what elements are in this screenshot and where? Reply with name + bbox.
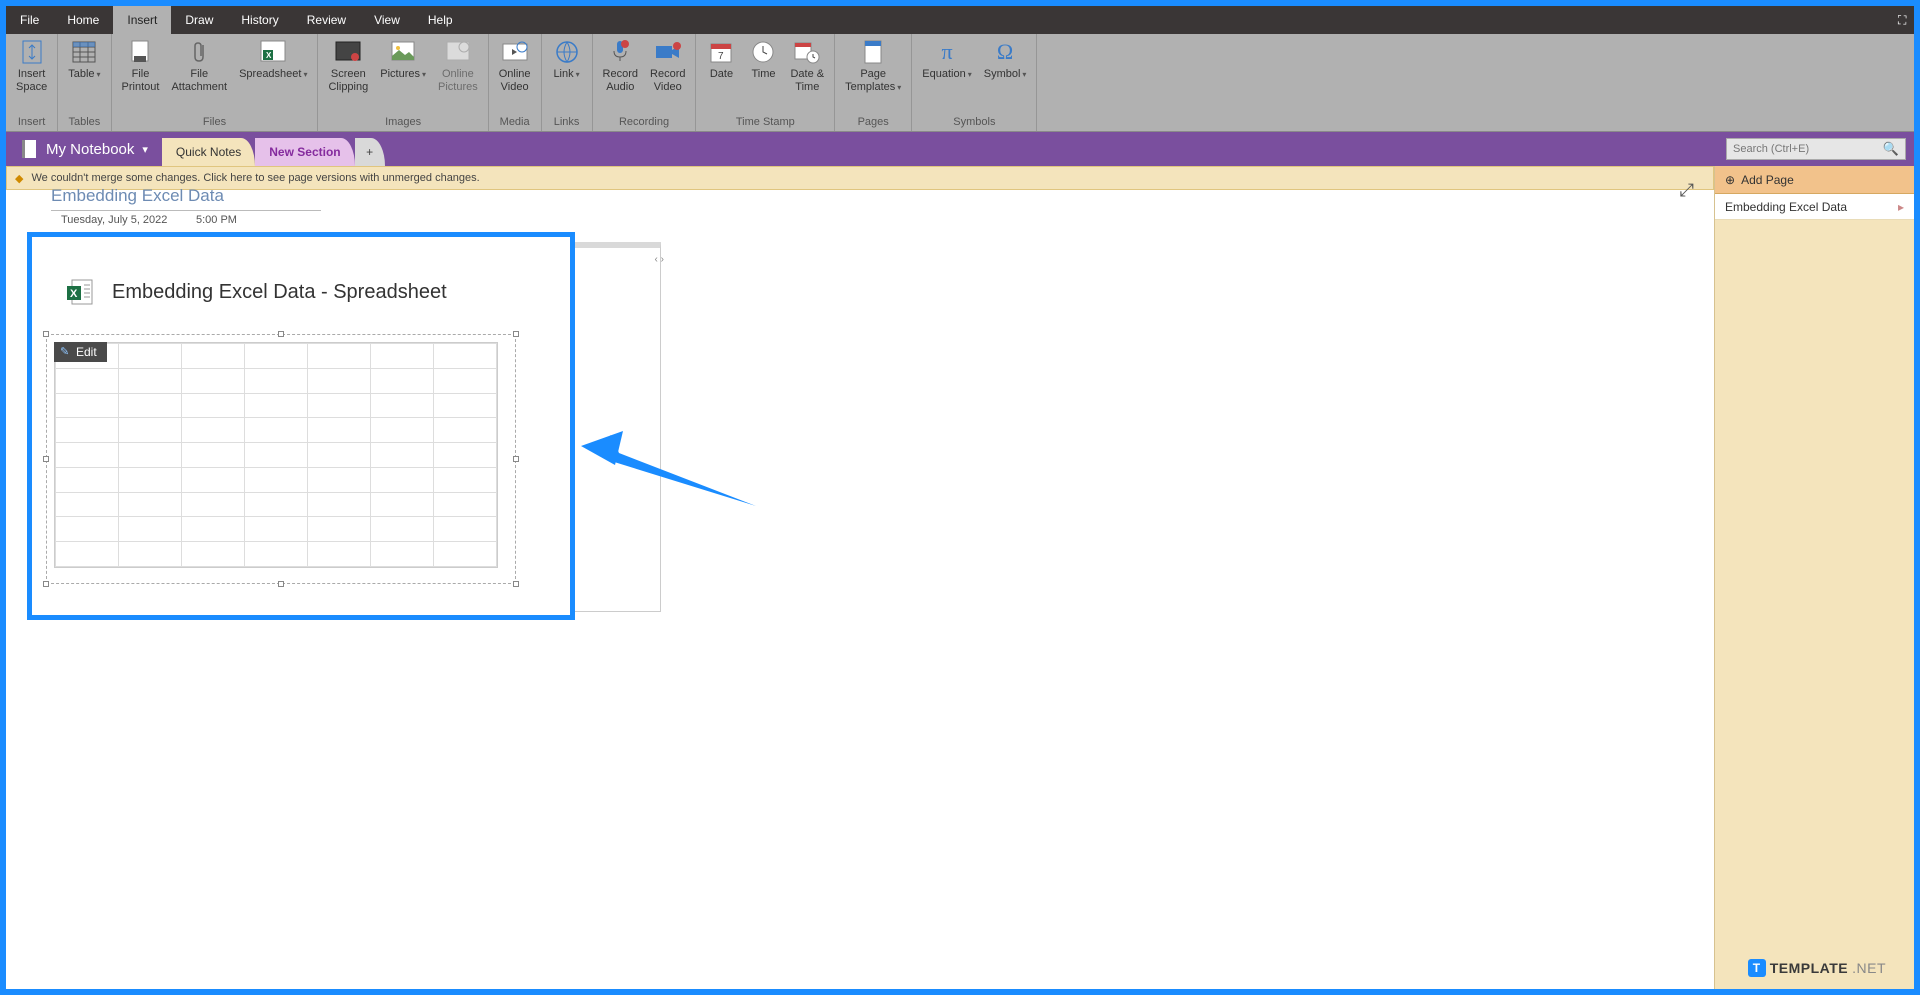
embedded-excel-header: X Embedding Excel Data - Spreadsheet <box>66 278 447 306</box>
screen-clipping-icon <box>334 38 362 66</box>
svg-text:X: X <box>266 51 272 60</box>
calendar-clock-icon <box>793 38 821 66</box>
datetime-button[interactable]: Date & Time <box>784 36 830 95</box>
ribbon-group-insert: Insert Space Insert <box>6 34 58 131</box>
file-printout-button[interactable]: File Printout <box>116 36 166 95</box>
clock-icon <box>749 38 777 66</box>
pi-icon: π <box>933 38 961 66</box>
warning-icon: ◆ <box>15 172 23 185</box>
ribbon-group-media: Online Video Media <box>489 34 542 131</box>
ribbon-group-symbols: π Equation▾ Ω Symbol▾ Symbols <box>912 34 1037 131</box>
tab-new-section[interactable]: New Section <box>255 138 354 166</box>
annotation-arrow <box>581 431 761 521</box>
menu-home[interactable]: Home <box>53 6 113 34</box>
ribbon-group-links: Link▾ Links <box>542 34 593 131</box>
screen-clipping-button[interactable]: Screen Clipping <box>322 36 374 95</box>
menu-file[interactable]: File <box>6 6 53 34</box>
link-icon <box>553 38 581 66</box>
embed-title: Embedding Excel Data - Spreadsheet <box>112 281 447 304</box>
page-time: 5:00 PM <box>196 214 237 226</box>
notebook-icon <box>20 139 38 159</box>
record-video-button[interactable]: Record Video <box>644 36 691 95</box>
page-list-item[interactable]: Embedding Excel Data ▸ <box>1715 194 1914 220</box>
template-logo-icon: T <box>1748 959 1766 977</box>
tab-quick-notes[interactable]: Quick Notes <box>162 138 255 166</box>
plus-circle-icon: ⊕ <box>1725 173 1735 187</box>
online-video-icon <box>501 38 529 66</box>
pictures-icon <box>389 38 417 66</box>
menu-help[interactable]: Help <box>414 6 467 34</box>
note-canvas[interactable]: ◆ We couldn't merge some changes. Click … <box>6 166 1714 989</box>
link-button[interactable]: Link▾ <box>546 36 588 83</box>
menu-bar: File Home Insert Draw History Review Vie… <box>6 6 1914 34</box>
watermark: T TEMPLATE.NET <box>1748 959 1886 977</box>
spreadsheet-button[interactable]: X Spreadsheet▾ <box>233 36 313 83</box>
ribbon-group-timestamp: 7 Date Time Date & Time Time Stamp <box>696 34 835 131</box>
online-pictures-button[interactable]: Online Pictures <box>432 36 484 95</box>
ribbon: Insert Space Insert Table▾ Tables File P… <box>6 34 1914 132</box>
add-page-button[interactable]: ⊕ Add Page <box>1715 166 1914 194</box>
insert-space-icon <box>18 38 46 66</box>
notebook-selector[interactable]: My Notebook ▾ <box>6 132 162 166</box>
omega-icon: Ω <box>991 38 1019 66</box>
paperclip-icon <box>185 38 213 66</box>
ribbon-group-tables: Table▾ Tables <box>58 34 111 131</box>
online-pictures-icon <box>444 38 472 66</box>
search-icon: 🔍 <box>1883 141 1899 157</box>
online-video-button[interactable]: Online Video <box>493 36 537 95</box>
app-window: File Home Insert Draw History Review Vie… <box>6 6 1914 989</box>
search-input[interactable]: Search (Ctrl+E) 🔍 <box>1726 138 1906 160</box>
edit-button[interactable]: Edit <box>54 342 107 362</box>
page-title[interactable]: Embedding Excel Data <box>51 186 321 211</box>
symbol-button[interactable]: Ω Symbol▾ <box>978 36 1033 83</box>
ribbon-group-images: Screen Clipping Pictures▾ Online Picture… <box>318 34 488 131</box>
content-area: ◆ We couldn't merge some changes. Click … <box>6 166 1914 989</box>
svg-text:X: X <box>70 288 78 300</box>
table-icon <box>70 38 98 66</box>
embedded-spreadsheet[interactable] <box>54 342 498 568</box>
ribbon-group-recording: Record Audio Record Video Recording <box>593 34 697 131</box>
chevron-down-icon: ▾ <box>142 143 148 156</box>
menu-view[interactable]: View <box>360 6 414 34</box>
time-button[interactable]: Time <box>742 36 784 83</box>
page-templates-icon <box>859 38 887 66</box>
sync-badge-icon: ▸ <box>1898 200 1904 214</box>
page-templates-button[interactable]: Page Templates▾ <box>839 36 907 95</box>
insert-space-button[interactable]: Insert Space <box>10 36 53 95</box>
page-date: Tuesday, July 5, 2022 <box>61 214 167 226</box>
calendar-icon: 7 <box>707 38 735 66</box>
notebook-bar: My Notebook ▾ Quick Notes New Section + … <box>6 132 1914 166</box>
video-camera-icon <box>654 38 682 66</box>
menu-draw[interactable]: Draw <box>171 6 227 34</box>
expand-icon[interactable]: ⤢ <box>1680 180 1694 201</box>
menu-review[interactable]: Review <box>293 6 360 34</box>
file-attachment-button[interactable]: File Attachment <box>165 36 233 95</box>
file-printout-icon <box>126 38 154 66</box>
pictures-button[interactable]: Pictures▾ <box>374 36 432 83</box>
excel-file-icon: X <box>66 278 94 306</box>
microphone-icon <box>606 38 634 66</box>
menu-insert[interactable]: Insert <box>113 6 171 34</box>
ribbon-group-pages: Page Templates▾ Pages <box>835 34 912 131</box>
tab-add-section[interactable]: + <box>355 138 385 166</box>
ribbon-group-files: File Printout File Attachment X Spreadsh… <box>112 34 319 131</box>
table-button[interactable]: Table▾ <box>62 36 106 83</box>
fullscreen-icon[interactable]: ⛶ <box>1890 6 1914 34</box>
date-button[interactable]: 7 Date <box>700 36 742 83</box>
equation-button[interactable]: π Equation▾ <box>916 36 977 83</box>
spreadsheet-grid <box>55 343 497 567</box>
spreadsheet-icon: X <box>259 38 287 66</box>
page-list-panel: ⊕ Add Page Embedding Excel Data ▸ <box>1714 166 1914 989</box>
menu-history[interactable]: History <box>227 6 292 34</box>
svg-text:7: 7 <box>718 51 724 62</box>
record-audio-button[interactable]: Record Audio <box>597 36 644 95</box>
